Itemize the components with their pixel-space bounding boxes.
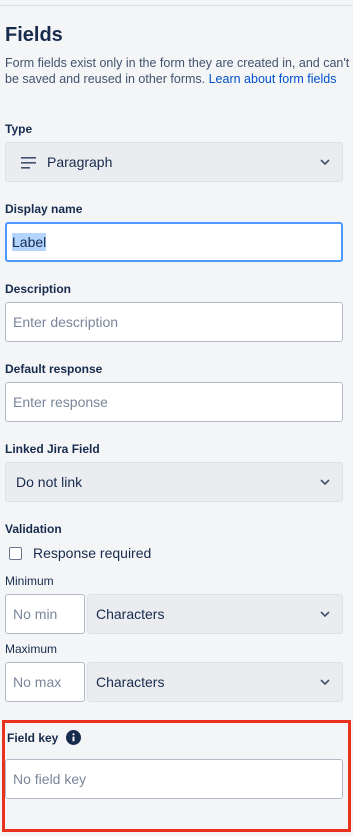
paragraph-icon <box>21 157 36 169</box>
display-name-field[interactable]: Label <box>5 222 343 262</box>
chevron-down-icon <box>320 679 330 686</box>
type-select[interactable]: Paragraph <box>5 142 343 182</box>
default-response-placeholder: Enter response <box>13 394 108 410</box>
type-label: Type <box>5 122 33 136</box>
response-required-checkbox[interactable] <box>9 546 22 560</box>
learn-more-link[interactable]: Learn about form fields <box>209 72 337 86</box>
maximum-field[interactable]: No max <box>5 662 85 702</box>
minimum-placeholder: No min <box>13 606 58 622</box>
minimum-unit-select[interactable]: Characters <box>87 594 343 634</box>
chevron-down-icon <box>320 479 330 486</box>
linked-jira-field-value: Do not link <box>16 474 83 490</box>
description-field[interactable]: Enter description <box>5 302 343 342</box>
linked-jira-field-label: Linked Jira Field <box>5 442 100 456</box>
minimum-label: Minimum <box>5 574 54 588</box>
panel-title: Fields <box>5 24 63 46</box>
panel-intro: Form fields exist only in the form they … <box>5 55 350 87</box>
response-required-label: Response required <box>33 545 152 561</box>
type-value: Paragraph <box>47 154 113 170</box>
display-name-label: Display name <box>5 202 83 216</box>
chevron-down-icon <box>320 159 330 166</box>
validation-label: Validation <box>5 522 62 536</box>
maximum-unit-value: Characters <box>96 674 165 690</box>
maximum-label: Maximum <box>5 642 58 656</box>
top-divider <box>0 0 353 6</box>
maximum-placeholder: No max <box>13 674 62 690</box>
chevron-down-icon <box>320 611 330 618</box>
minimum-field[interactable]: No min <box>5 594 85 634</box>
default-response-field[interactable]: Enter response <box>5 382 343 422</box>
field-key-highlight-box <box>2 720 351 832</box>
description-placeholder: Enter description <box>13 314 119 330</box>
default-response-label: Default response <box>5 362 103 376</box>
display-name-value: Label <box>12 233 47 251</box>
maximum-unit-select[interactable]: Characters <box>87 662 343 702</box>
minimum-unit-value: Characters <box>96 606 165 622</box>
response-required-row[interactable]: Response required <box>9 545 151 561</box>
linked-jira-field-select[interactable]: Do not link <box>5 462 343 502</box>
description-label: Description <box>5 282 72 296</box>
